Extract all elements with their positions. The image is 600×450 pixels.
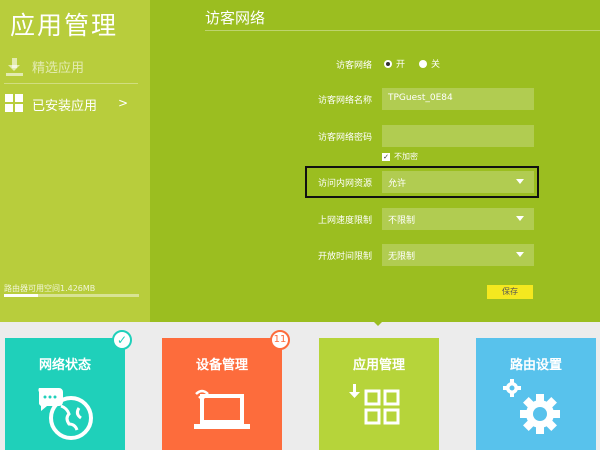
tile-app-management[interactable]: 应用管理 [319, 338, 439, 450]
tile-label: 应用管理 [352, 358, 405, 373]
active-tile-pointer [370, 318, 386, 326]
status-ok-badge: ✓ [112, 330, 132, 350]
tile-label: 路由设置 [509, 358, 562, 373]
speed-limit-value: 不限制 [388, 216, 416, 226]
password-input[interactable] [382, 125, 534, 147]
page-title: 访客网络 [205, 9, 266, 27]
tile-label: 网络状态 [38, 358, 91, 373]
chevron-right-icon: > [117, 96, 128, 110]
speed-limit-row: 上网速度限制 不限制 [300, 208, 540, 230]
grid-icon [4, 93, 26, 115]
tile-label: 设备管理 [195, 358, 248, 373]
tile-device-management[interactable]: 设备管理 [162, 338, 282, 450]
radio-off-label: 关 [431, 60, 441, 70]
storage-label: 路由器可用空间1.426MB [4, 284, 96, 293]
laptop-icon [194, 389, 250, 429]
guest-network-label: 访客网络 [335, 61, 372, 71]
no-encrypt-label: 不加密 [394, 152, 418, 161]
device-count-badge: 11 [270, 330, 290, 350]
settings-panel [0, 0, 600, 322]
speed-limit-select[interactable]: 不限制 [382, 208, 534, 230]
chevron-down-icon [516, 252, 524, 257]
guest-network-radio-group: 开 关 [384, 57, 454, 70]
tile-router-settings[interactable]: 路由设置 [476, 338, 596, 450]
app-title: 应用管理 [10, 11, 119, 40]
sidebar [0, 0, 150, 322]
highlight-box [305, 166, 539, 198]
no-encrypt-checkbox[interactable]: ✓ [382, 152, 390, 161]
radio-on[interactable] [384, 59, 392, 68]
guest-network-row: 访客网络 开 关 [300, 53, 540, 75]
save-button[interactable]: 保存 [487, 285, 533, 299]
speed-limit-label: 上网速度限制 [317, 216, 372, 226]
chevron-down-icon [516, 216, 524, 221]
radio-off[interactable] [419, 59, 428, 68]
storage-progress-bar [4, 294, 139, 297]
password-row: 访客网络密码 [300, 125, 540, 147]
time-limit-value: 无限制 [388, 252, 416, 262]
apps-grid-icon [349, 384, 400, 425]
ssid-label: 访客网络名称 [317, 96, 372, 106]
time-limit-select[interactable]: 无限制 [382, 244, 534, 266]
password-label: 访客网络密码 [317, 133, 372, 143]
ssid-input[interactable]: TPGuest_0E84 [382, 88, 534, 110]
no-encrypt-checkbox-wrap: ✓ 不加密 [382, 151, 418, 162]
sidebar-item-label: 精选应用 [32, 61, 85, 76]
main-content [150, 0, 600, 322]
gear-icon [503, 379, 560, 434]
sidebar-item-label: 已安装应用 [32, 98, 98, 114]
ssid-row: 访客网络名称 TPGuest_0E84 [300, 88, 540, 110]
sidebar-item-installed-apps[interactable]: 已安装应用 > [4, 87, 138, 121]
sidebar-item-featured-apps[interactable]: 精选应用 [4, 50, 138, 84]
title-divider [205, 30, 600, 31]
time-limit-row: 开放时间限制 无限制 [300, 244, 540, 266]
storage-progress-fill [4, 294, 38, 297]
radio-on-label: 开 [396, 60, 406, 70]
download-icon [4, 56, 26, 78]
globe-icon [38, 388, 93, 440]
tile-network-status[interactable]: 网络状态 [5, 338, 125, 450]
time-limit-label: 开放时间限制 [317, 252, 372, 262]
